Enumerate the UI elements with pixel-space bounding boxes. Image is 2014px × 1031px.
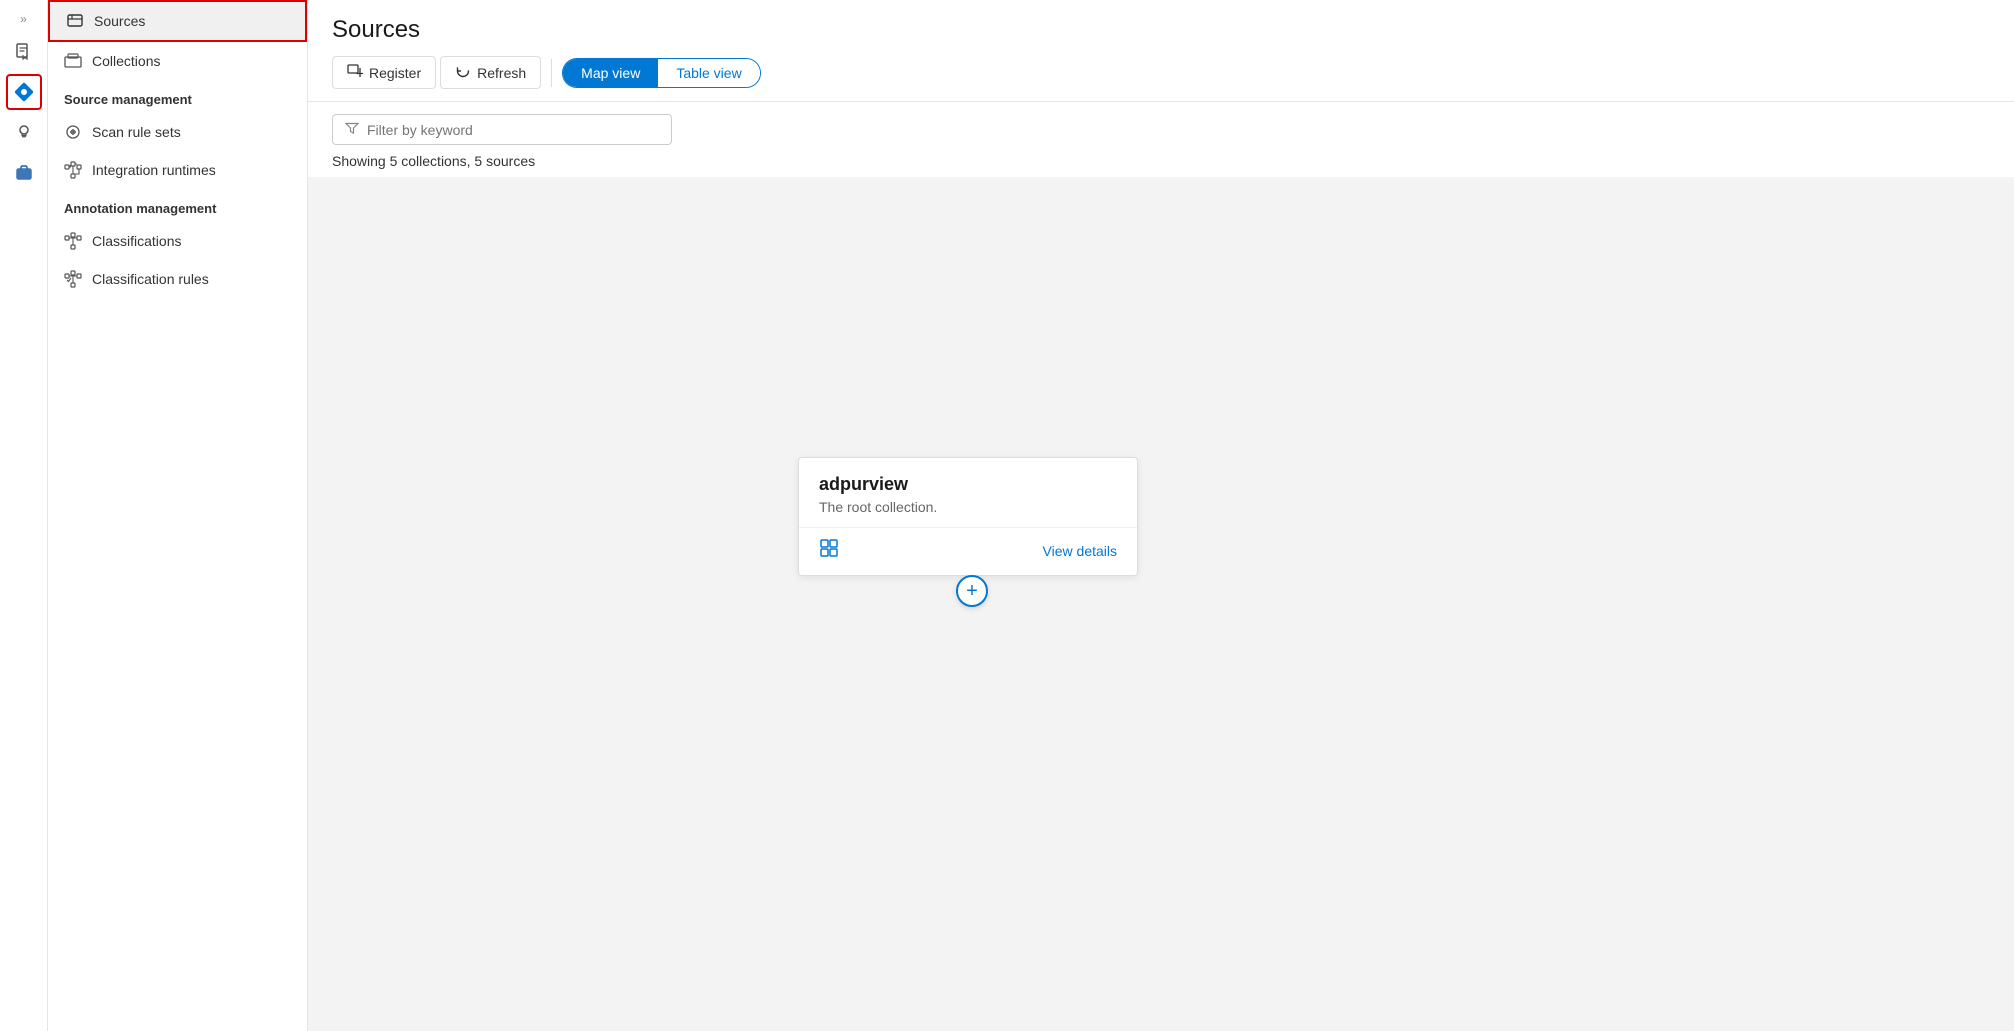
card-footer: View details [799,527,1137,575]
expand-rail-button[interactable]: » [16,8,31,30]
sidebar: Sources Collections Source management Sc… [48,0,308,1031]
filter-input-wrap[interactable] [332,114,672,145]
main-header: Sources Register Refresh [308,0,2014,102]
document-nav-icon[interactable] [6,34,42,70]
annotation-management-header: Annotation management [48,189,307,222]
lightbulb-nav-icon[interactable] [6,114,42,150]
sidebar-item-scan-rule-sets[interactable]: Scan rule sets [48,113,307,151]
classifications-label: Classifications [92,233,181,249]
collection-card: adpurview The root collection. View deta… [798,457,1138,576]
classifications-icon [64,232,82,250]
icon-rail: » [0,0,48,1031]
scan-rule-sets-icon [64,123,82,141]
view-toggle: Map view Table view [562,58,761,88]
filter-bar [308,102,2014,153]
plus-icon: + [966,580,978,603]
map-view-button[interactable]: Map view [563,59,658,87]
toolbar: Register Refresh Map view Table view [332,56,1990,89]
register-button[interactable]: Register [332,56,436,89]
register-label: Register [369,65,421,81]
table-view-button[interactable]: Table view [658,59,759,87]
classification-rules-icon [64,270,82,288]
map-area[interactable]: adpurview The root collection. View deta… [308,177,2014,1031]
refresh-label: Refresh [477,65,526,81]
sidebar-item-collections[interactable]: Collections [48,42,307,80]
scan-rule-sets-label: Scan rule sets [92,124,181,140]
card-subtitle: The root collection. [819,499,1117,515]
toolbar-divider [551,59,552,87]
sources-label: Sources [94,13,145,29]
refresh-button[interactable]: Refresh [440,56,541,89]
integration-runtimes-label: Integration runtimes [92,162,216,178]
sources-icon [66,12,84,30]
integration-runtimes-icon [64,161,82,179]
main-content: Sources Register Refresh [308,0,2014,1031]
refresh-icon [455,63,471,82]
sidebar-item-sources[interactable]: Sources [48,0,307,42]
source-management-header: Source management [48,80,307,113]
classification-rules-label: Classification rules [92,271,209,287]
filter-icon [345,121,359,138]
sidebar-item-integration-runtimes[interactable]: Integration runtimes [48,151,307,189]
filter-input[interactable] [367,122,659,138]
card-body: adpurview The root collection. [799,458,1137,527]
page-title: Sources [332,16,1990,44]
collections-label: Collections [92,53,160,69]
briefcase-nav-icon[interactable] [6,154,42,190]
card-grid-icon [819,538,839,563]
collections-icon [64,52,82,70]
purview-nav-icon[interactable] [6,74,42,110]
sidebar-item-classification-rules[interactable]: Classification rules [48,260,307,298]
add-collection-button[interactable]: + [956,575,988,607]
showing-text: Showing 5 collections, 5 sources [308,153,2014,177]
register-icon [347,63,363,82]
card-title: adpurview [819,474,1117,495]
sidebar-item-classifications[interactable]: Classifications [48,222,307,260]
view-details-link[interactable]: View details [1043,543,1117,559]
